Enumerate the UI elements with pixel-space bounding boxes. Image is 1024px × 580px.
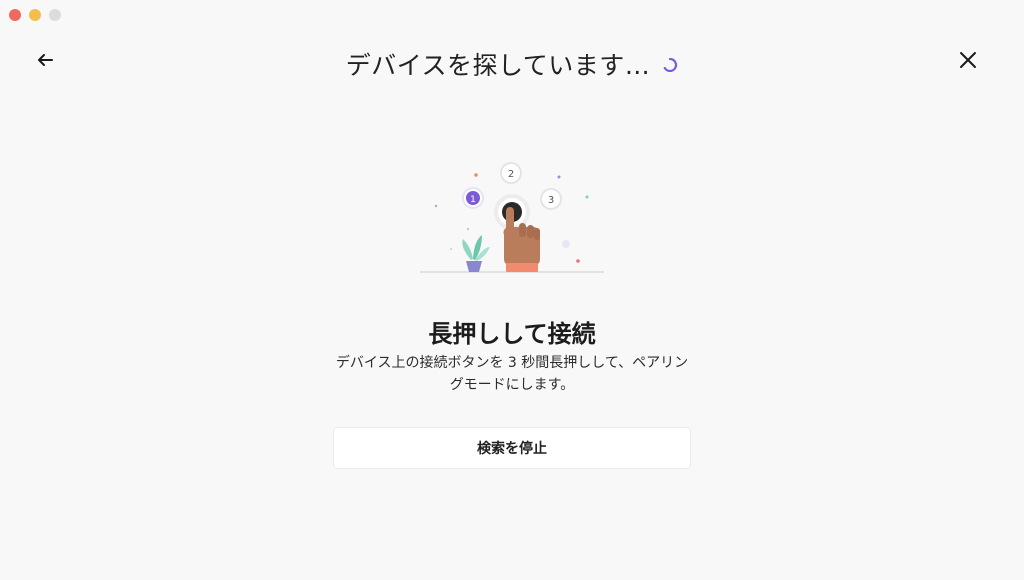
app-window: デバイスを探しています… 2 1 3 長押しして接続 デバイス上の接続ボタンを … <box>0 0 1024 580</box>
page-title: デバイスを探しています… <box>345 51 651 80</box>
page-header: デバイスを探しています… <box>0 46 1024 82</box>
window-close-button[interactable] <box>9 9 21 21</box>
window-minimize-button[interactable] <box>29 9 41 21</box>
window-controls <box>9 9 61 21</box>
svg-text:3: 3 <box>548 195 554 206</box>
step-1-badge: 1 <box>462 187 484 209</box>
main-heading: 長押しして接続 <box>428 320 596 348</box>
step-2-badge: 2 <box>500 162 522 184</box>
svg-text:2: 2 <box>508 169 514 180</box>
close-button[interactable] <box>952 44 984 76</box>
instruction-text: デバイス上の接続ボタンを 3 秒間長押しして、ペアリングモードにします。 <box>335 355 689 393</box>
close-icon <box>960 52 976 68</box>
window-maximize-button[interactable] <box>49 9 61 21</box>
step-3-badge: 3 <box>540 188 562 210</box>
stop-search-button[interactable]: 検索を停止 <box>333 427 691 469</box>
plant-icon <box>462 235 490 272</box>
svg-text:1: 1 <box>470 195 476 205</box>
loading-spinner-icon <box>663 57 678 73</box>
press-and-hold-illustration: 2 1 3 <box>420 162 604 273</box>
